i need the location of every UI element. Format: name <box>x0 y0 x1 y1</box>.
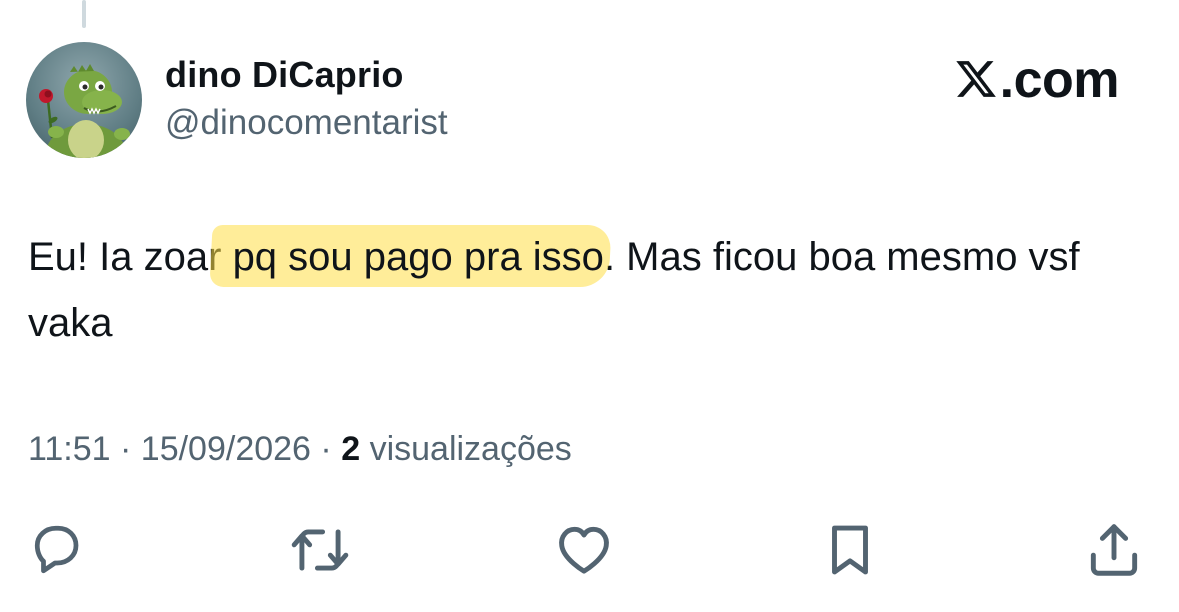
tweet-text-before: Eu! Ia zoar <box>28 235 233 279</box>
brand-domain-text: .com <box>999 51 1120 109</box>
reply-button[interactable] <box>24 518 88 582</box>
thread-connector-line <box>82 0 86 28</box>
heart-icon <box>559 526 609 574</box>
user-handle[interactable]: @dinocomentarist <box>165 103 448 143</box>
tweet-body: Eu! Ia zoar pq sou pago pra isso. Mas fi… <box>28 224 1128 356</box>
highlighted-text: pq sou pago pra isso <box>232 235 604 279</box>
repost-arrows-icon <box>291 529 349 571</box>
bookmark-button[interactable] <box>818 518 882 582</box>
tweet-time[interactable]: 11:51 <box>28 430 111 468</box>
dinosaur-avatar-icon <box>39 64 130 158</box>
bookmark-icon <box>832 525 868 575</box>
repost-button[interactable] <box>288 518 352 582</box>
speech-bubble-icon <box>34 525 79 574</box>
share-upload-icon <box>1090 524 1138 576</box>
display-name[interactable]: dino DiCaprio <box>165 54 404 96</box>
x-logo-icon <box>954 54 998 98</box>
brand-logo: .com <box>954 50 1120 110</box>
views-count[interactable]: 2 <box>341 430 360 468</box>
views-label[interactable]: visualizações <box>370 430 572 468</box>
avatar[interactable] <box>26 42 142 158</box>
tweet-metadata: 11:51 · 15/09/2026 · 2 visualizações <box>28 430 572 469</box>
like-button[interactable] <box>552 518 616 582</box>
tweet-date[interactable]: 15/09/2026 <box>141 430 311 468</box>
meta-separator: · <box>120 430 132 468</box>
action-bar <box>0 510 1179 590</box>
share-button[interactable] <box>1082 518 1146 582</box>
meta-separator: · <box>320 430 332 468</box>
